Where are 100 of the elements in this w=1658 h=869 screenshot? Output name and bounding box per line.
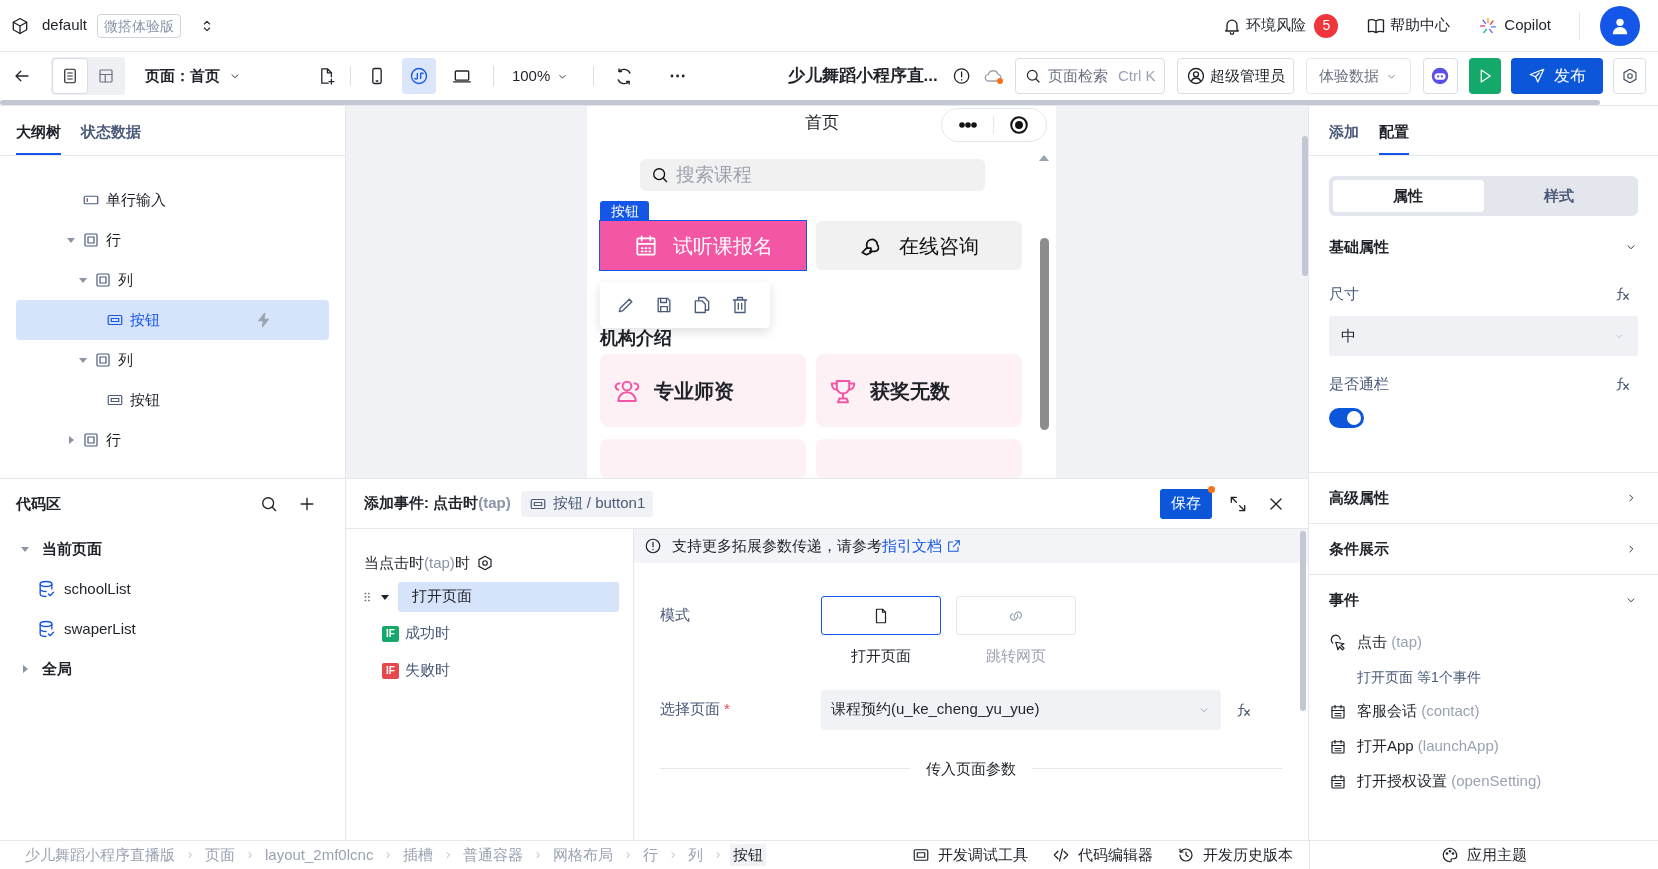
footer-tool-button[interactable]: 开发历史版本 (1177, 843, 1293, 867)
calendar-icon (1329, 702, 1347, 721)
branch-item[interactable]: IF 失败时 (380, 655, 452, 686)
calendar-icon (1329, 772, 1347, 791)
formula-icon[interactable] (1614, 285, 1632, 303)
palette-icon (1441, 846, 1459, 864)
pointer-icon (1329, 633, 1347, 652)
section-heading: 机构介绍 (600, 328, 672, 348)
tree-row[interactable]: swaperList (0, 609, 345, 649)
tree-row[interactable]: 全局 (0, 649, 345, 689)
scrollbar[interactable] (1302, 136, 1308, 276)
run-button[interactable] (1468, 58, 1502, 94)
event-item[interactable]: 点击 (tap) (1309, 625, 1658, 660)
section-header[interactable]: 事件 (1309, 575, 1658, 625)
avatar[interactable] (1600, 5, 1640, 46)
formula-icon[interactable] (1614, 375, 1632, 393)
tree-label: 列 (118, 349, 133, 370)
panel-tab[interactable]: 状态数据 (81, 111, 141, 155)
tree-row[interactable]: 按钮 (16, 300, 329, 340)
footer-tool-button[interactable]: 代码编辑器 (1052, 843, 1153, 867)
theme-button[interactable]: 应用主题 (1441, 843, 1527, 867)
course-search-field[interactable]: 搜索课程 (676, 160, 975, 190)
panel-tab[interactable]: 配置 (1379, 111, 1409, 155)
tree-label: schoolList (64, 578, 131, 599)
event-item[interactable]: 客服会话 (contact) (1309, 694, 1658, 729)
tree-row[interactable]: 按钮 (16, 380, 329, 420)
tree-label: 当前页面 (42, 538, 102, 559)
field-label: 模式 (660, 605, 691, 625)
panel-tab[interactable]: 大纲树 (16, 111, 61, 155)
scrollbar[interactable] (1040, 238, 1049, 430)
tree-row[interactable]: 列 (16, 260, 329, 300)
page-select[interactable]: 页面：首页 (145, 64, 243, 88)
tree-label: 按钮 (130, 309, 160, 330)
page-view-button[interactable] (52, 58, 89, 94)
cube-icon (10, 15, 30, 36)
branch-item[interactable]: IF 成功时 (380, 618, 452, 649)
segment-tab[interactable]: 属性 (1333, 180, 1484, 212)
workspace-name[interactable]: default (42, 14, 88, 37)
help-link[interactable]: 帮助中心 (1366, 14, 1451, 37)
formula-icon[interactable] (1235, 700, 1253, 719)
event-item[interactable]: 打开App (launchApp) (1309, 729, 1658, 764)
save-button[interactable]: 保存 (1160, 488, 1212, 519)
zoom-select[interactable]: 100% (511, 64, 570, 88)
delete-icon[interactable] (730, 295, 750, 315)
sparkle-icon (1478, 15, 1499, 36)
breadcrumb-item[interactable]: 按钮 (730, 843, 767, 867)
page-select[interactable]: 课程预约(u_ke_cheng_yu_yue) (821, 689, 1221, 730)
target-icon[interactable] (1008, 114, 1030, 136)
page-title: 首页 (805, 112, 839, 134)
horizontal-scrollbar[interactable] (0, 100, 1600, 105)
tree-label: 按钮 (130, 389, 160, 410)
publish-button[interactable]: 发布 (1511, 58, 1604, 94)
action-item[interactable]: 打开页面 (398, 581, 619, 612)
alerts-button[interactable]: 环境风险 5 (1222, 13, 1339, 38)
capsule-menu[interactable] (941, 108, 1047, 142)
copilot-button[interactable]: Copilot (1478, 14, 1551, 37)
tree-row[interactable]: 单行输入 (16, 180, 329, 220)
scrollbar[interactable] (1300, 531, 1306, 711)
size-select[interactable]: 中 (1329, 316, 1638, 356)
tree-row[interactable]: schoolList (0, 569, 345, 609)
copy-icon[interactable] (692, 295, 712, 315)
segment-tab[interactable]: 样式 (1483, 180, 1634, 212)
tree-label: 行 (106, 229, 121, 250)
event-item[interactable]: 打开授权设置 (openSetting) (1309, 764, 1658, 799)
trigger-label: 当点击时(tap)时 (364, 552, 470, 573)
section-header[interactable]: 条件展示 (1309, 524, 1658, 574)
search-box[interactable]: 搜索课程 (640, 159, 985, 191)
footer-tool-button[interactable]: 开发调试工具 (912, 843, 1028, 867)
settings-button[interactable] (1613, 58, 1646, 94)
field-label: 选择页面 * (660, 699, 731, 720)
tree-row[interactable]: 当前页面 (0, 529, 345, 569)
user-icon (1185, 66, 1206, 86)
role-button[interactable]: 超级管理员 (1176, 58, 1294, 94)
action-button[interactable]: 在线咨询 (816, 221, 1022, 270)
info-icon[interactable] (951, 66, 971, 86)
section-header[interactable]: 高级属性 (1309, 473, 1658, 523)
square-icon (94, 271, 112, 289)
search-icon[interactable] (259, 494, 279, 514)
section-title: 代码区 (16, 493, 61, 514)
data-source-select[interactable]: 体验数据 (1305, 58, 1411, 94)
tree-row[interactable]: 列 (16, 340, 329, 380)
docs-link[interactable]: 指引文档 (882, 536, 942, 554)
section-header[interactable]: 基础属性 (1309, 222, 1658, 272)
settings-icon[interactable] (475, 554, 494, 572)
square-icon (82, 431, 100, 449)
toggle-switch[interactable] (1329, 408, 1364, 428)
feature-label: 获奖无数 (870, 378, 950, 404)
option-label: 跳转网页 (986, 646, 1046, 666)
page-mode-option[interactable] (821, 596, 941, 635)
tree-row[interactable]: 行 (16, 420, 329, 460)
page-search-field[interactable]: 页面检索 (1047, 64, 1112, 88)
external-link-icon[interactable] (946, 538, 962, 554)
calendar-icon (633, 232, 659, 259)
robot-button[interactable] (1422, 58, 1458, 94)
tree-label: 行 (106, 429, 121, 450)
tree-row[interactable]: 行 (16, 220, 329, 260)
panel-tab[interactable]: 添加 (1329, 111, 1359, 155)
calendar-icon (1329, 737, 1347, 756)
event-summary[interactable]: 打开页面 等1个事件 (1309, 660, 1658, 694)
selection-tag: 按钮 (600, 201, 649, 221)
